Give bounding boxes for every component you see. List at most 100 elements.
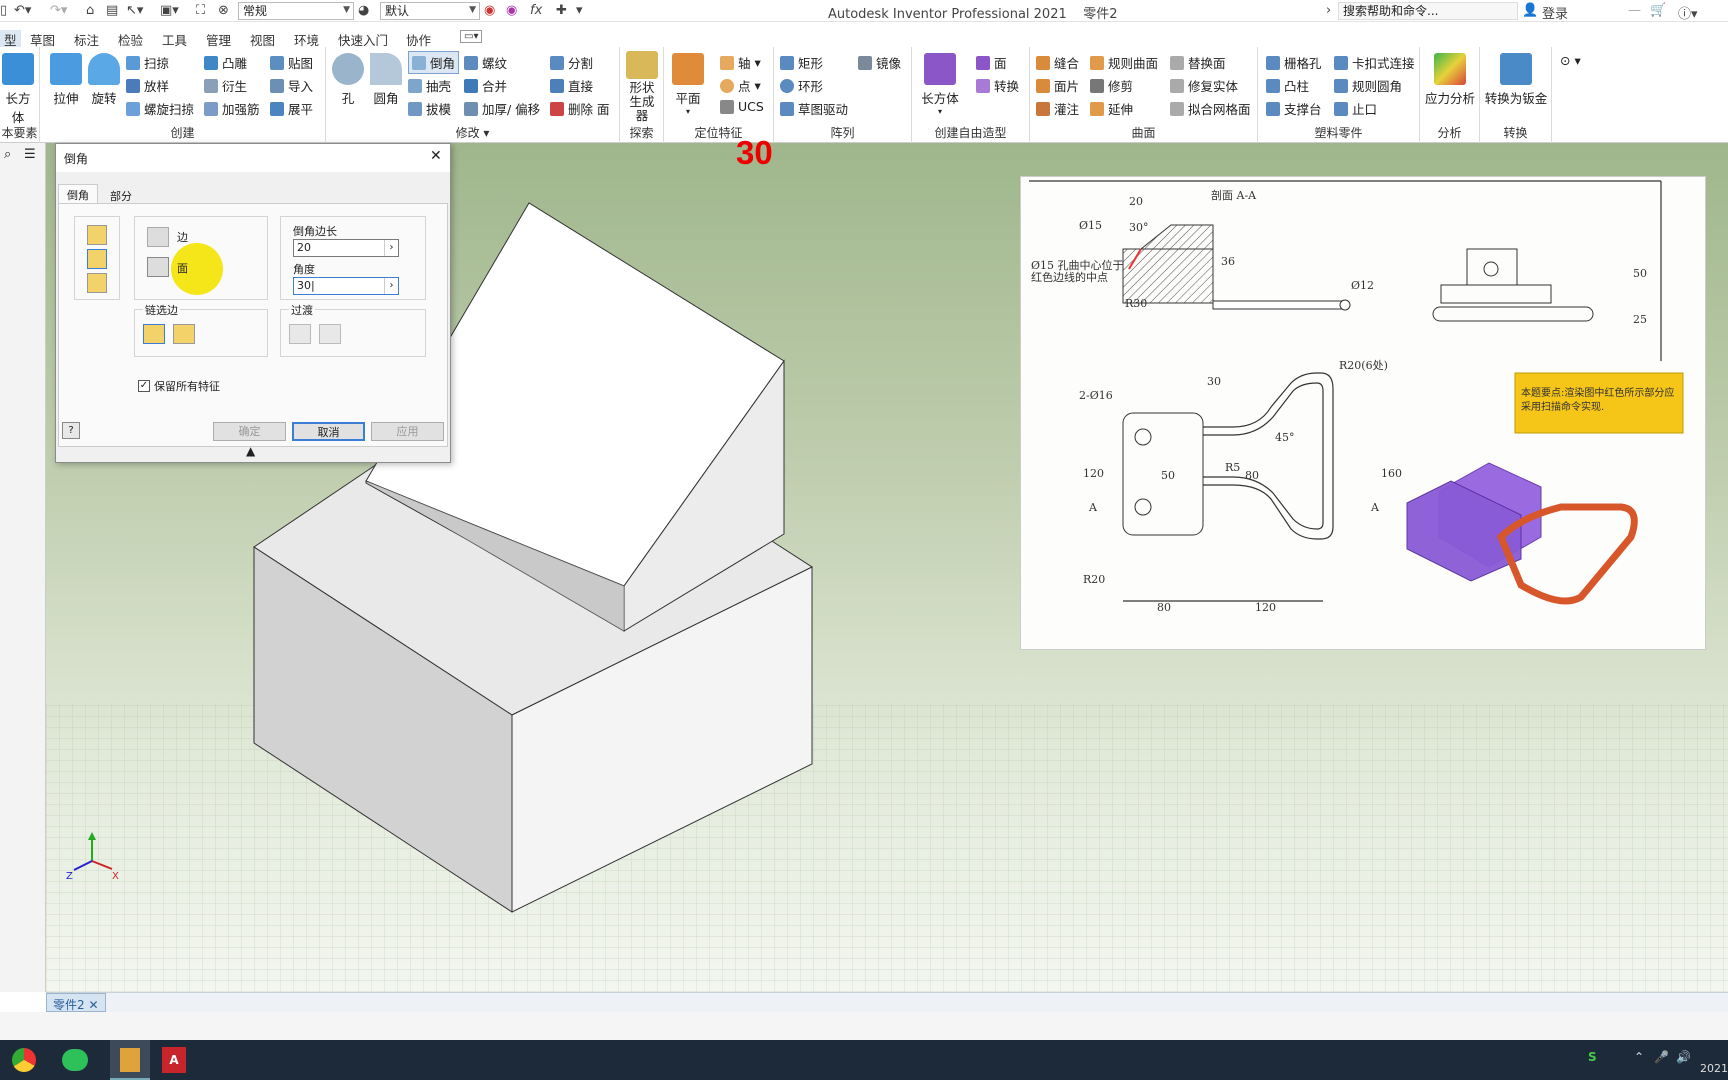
undo-icon[interactable]: ↶▾	[14, 3, 31, 19]
rule-fillet-button[interactable]: 规则圆角	[1334, 76, 1402, 95]
loft-button[interactable]: 放样	[126, 76, 169, 95]
point-button[interactable]: 点 ▾	[720, 76, 761, 95]
extrude-button[interactable]: 拉伸	[48, 53, 84, 107]
shape-generator-button[interactable]: 形状 生成器	[624, 51, 660, 123]
close-tab-icon[interactable]: ✕	[88, 998, 98, 1012]
expand-arrow-icon[interactable]: ▲	[246, 444, 255, 458]
doc-tab[interactable]: 零件2 ✕	[46, 993, 106, 1012]
edge-select-icon[interactable]	[147, 227, 169, 247]
search-icon[interactable]: ⌕	[4, 147, 11, 162]
panel-options-icon[interactable]: ⊙ ▾	[1560, 53, 1581, 68]
measure-icon[interactable]: ⛶	[196, 3, 205, 19]
chamfer-dialog[interactable]: 倒角 ✕ 倒角 部分 边 面 倒角边长 20 › 角度 30| › 链选边 过渡 ✓…	[55, 143, 451, 463]
material-combo[interactable]: 常规 ▼	[238, 2, 354, 20]
login-link[interactable]: 登录	[1542, 3, 1568, 22]
hole-button[interactable]: 孔	[330, 53, 366, 107]
tab-chamfer[interactable]: 倒角	[58, 184, 98, 204]
view-triad[interactable]: X Z	[66, 832, 119, 882]
boss-button[interactable]: 凸柱	[1266, 76, 1309, 95]
expand-icon[interactable]: ›	[1326, 3, 1331, 19]
box-button[interactable]: 长方体	[0, 53, 36, 126]
ok-button[interactable]: 确定	[213, 422, 286, 441]
close-icon[interactable]: ✕	[430, 148, 442, 164]
user-icon[interactable]: 👤	[1522, 3, 1538, 19]
revolve-button[interactable]: 旋转	[86, 53, 122, 107]
circ-pattern-button[interactable]: 环形	[780, 76, 823, 95]
inventor-task-icon[interactable]	[110, 1040, 150, 1080]
combine-button[interactable]: 合并	[464, 76, 507, 95]
shell-button[interactable]: 抽壳	[408, 76, 451, 95]
setback-icon-1[interactable]	[289, 324, 311, 344]
plus-icon[interactable]: ✚	[556, 3, 567, 19]
save-icon[interactable]: ▯	[0, 3, 7, 19]
cancel-render-icon[interactable]: ⊗	[218, 3, 229, 19]
cancel-button[interactable]: 取消	[292, 422, 365, 441]
stress-analysis-button[interactable]: 应力分析	[1422, 53, 1478, 107]
grill-button[interactable]: 栅格孔	[1266, 53, 1322, 72]
draft-button[interactable]: 拔模	[408, 99, 451, 118]
distance-input[interactable]: 20 ›	[293, 239, 399, 257]
fillet-button[interactable]: 圆角	[368, 53, 404, 107]
extend-button[interactable]: 延伸	[1090, 99, 1133, 118]
replace-face-button[interactable]: 替换面	[1170, 53, 1226, 72]
help-icon[interactable]: ⓘ▾	[1678, 3, 1698, 22]
freeform-convert-button[interactable]: 转换	[976, 76, 1019, 95]
chamfer-button[interactable]: 倒角	[408, 51, 460, 74]
sketch-pattern-button[interactable]: 草图驱动	[780, 99, 848, 118]
autocad-icon[interactable]: A	[162, 1047, 186, 1073]
volume-icon[interactable]: 🔊	[1676, 1050, 1691, 1064]
lip-button[interactable]: 止口	[1334, 99, 1377, 118]
ucs-button[interactable]: UCS	[720, 99, 764, 114]
distance-angle-method-icon[interactable]	[87, 249, 107, 269]
two-distance-method-icon[interactable]	[87, 273, 107, 293]
snap-fit-button[interactable]: 卡扣式连接	[1334, 53, 1415, 72]
dialog-titlebar[interactable]: 倒角 ✕	[56, 144, 450, 172]
freeform-box-button[interactable]: 长方体 ▾	[918, 53, 962, 116]
sculpt-button[interactable]: 灌注	[1036, 99, 1079, 118]
help-search-input[interactable]: 搜索帮助和命令...	[1338, 2, 1518, 20]
cart-icon[interactable]: 🛒	[1650, 3, 1666, 19]
group-label[interactable]: 修改 ▾	[326, 124, 619, 141]
select-icon[interactable]: ↖▾	[126, 3, 143, 19]
convert-sheetmetal-button[interactable]: 转换为钣金	[1482, 53, 1550, 107]
wechat-icon[interactable]	[62, 1049, 88, 1071]
panel-toggle-icon[interactable]: ▭▾	[460, 30, 483, 43]
derive-button[interactable]: 衍生	[204, 76, 247, 95]
import-button[interactable]: 导入	[270, 76, 313, 95]
menu-icon[interactable]: ☰	[24, 147, 36, 162]
face-select-icon[interactable]	[147, 257, 169, 277]
fit-mesh-button[interactable]: 拟合网格面	[1170, 99, 1251, 118]
redo-icon[interactable]: ↷▾	[50, 3, 67, 19]
rest-button[interactable]: 支撑台	[1266, 99, 1322, 118]
mic-icon[interactable]: 🎤	[1654, 1050, 1669, 1064]
properties-icon[interactable]: ▤	[106, 3, 118, 19]
distance-method-icon[interactable]	[87, 225, 107, 245]
chrome-icon[interactable]	[12, 1048, 36, 1072]
keep-all-features-checkbox[interactable]: ✓ 保留所有特征	[138, 378, 220, 394]
clear-appearance-icon[interactable]: ◉	[506, 3, 517, 19]
direct-button[interactable]: 直接	[550, 76, 593, 95]
thicken-button[interactable]: 加厚/ 偏移	[464, 99, 540, 118]
tray-arrow-icon[interactable]: ⌃	[1634, 1050, 1644, 1064]
rib-button[interactable]: 加强筋	[204, 99, 260, 118]
mirror-button[interactable]: 镜像	[858, 53, 901, 72]
emboss-button[interactable]: 凸雕	[204, 53, 247, 72]
delete-face-button[interactable]: 删除 面	[550, 99, 609, 118]
customize-icon[interactable]: ▾	[576, 3, 583, 19]
repair-body-button[interactable]: 修复实体	[1170, 76, 1238, 95]
setback-icon-2[interactable]	[319, 324, 341, 344]
fx-icon[interactable]: fx	[530, 3, 542, 19]
decal-button[interactable]: 贴图	[270, 53, 313, 72]
sweep-button[interactable]: 扫掠	[126, 53, 169, 72]
single-edge-icon[interactable]	[173, 324, 195, 344]
coil-button[interactable]: 螺旋扫掠	[126, 99, 194, 118]
axis-button[interactable]: 轴 ▾	[720, 53, 761, 72]
stitch-button[interactable]: 缝合	[1036, 53, 1079, 72]
ruled-surface-button[interactable]: 规则曲面	[1090, 53, 1158, 72]
angle-input[interactable]: 30| ›	[293, 277, 399, 295]
appearance-override-icon[interactable]: ◉	[484, 3, 495, 19]
thread-button[interactable]: 螺纹	[464, 53, 507, 72]
update-icon[interactable]: ▣▾	[160, 3, 179, 19]
help-button-icon[interactable]: ?	[62, 422, 80, 439]
unfold-button[interactable]: 展平	[270, 99, 313, 118]
